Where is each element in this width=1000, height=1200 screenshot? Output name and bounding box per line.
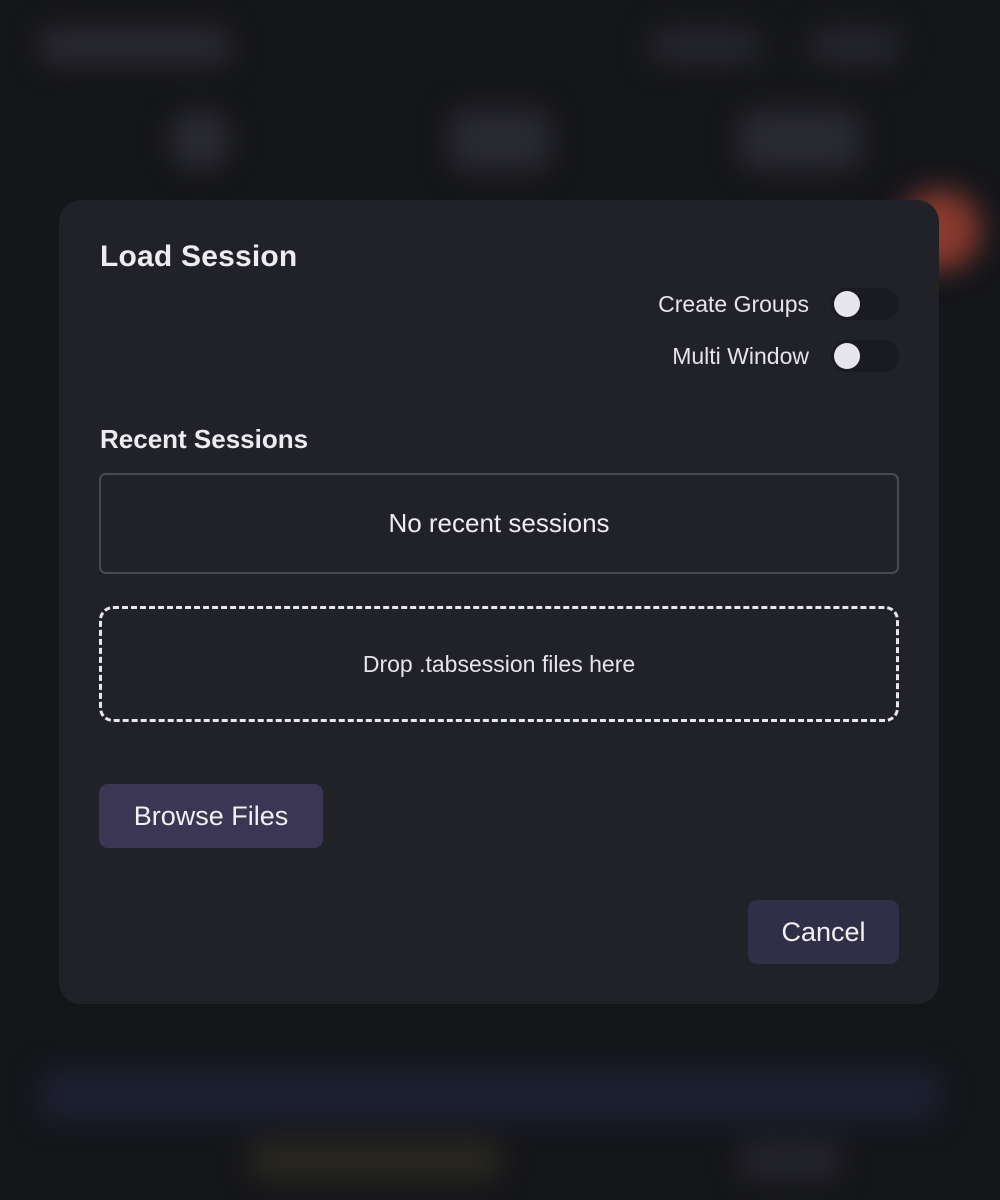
drop-zone-text: Drop .tabsession files here	[362, 650, 636, 677]
browse-files-button[interactable]: Browse Files	[99, 784, 323, 848]
background-row-blob	[250, 1140, 500, 1180]
background-header-blob	[40, 28, 230, 64]
file-drop-zone[interactable]: Drop .tabsession files here	[99, 606, 899, 722]
dialog-title: Load Session	[100, 240, 298, 273]
background-icon-blob	[170, 110, 230, 170]
recent-sessions-heading: Recent Sessions	[100, 424, 309, 454]
create-groups-label: Create Groups	[658, 290, 809, 317]
toggle-knob	[834, 291, 860, 317]
multi-window-option: Multi Window	[672, 340, 899, 372]
background-header-blob	[810, 28, 900, 64]
background-icon-blob	[740, 110, 860, 170]
multi-window-label: Multi Window	[672, 342, 809, 369]
recent-sessions-empty-text: No recent sessions	[388, 508, 610, 538]
cancel-button[interactable]: Cancel	[748, 900, 899, 964]
create-groups-toggle[interactable]	[831, 288, 899, 320]
background-header-blob	[650, 28, 760, 64]
multi-window-toggle[interactable]	[831, 340, 899, 372]
background-icon-blob	[450, 110, 550, 170]
load-session-dialog: Load Session Create Groups Multi Window …	[59, 200, 939, 1004]
toggle-knob	[834, 343, 860, 369]
create-groups-option: Create Groups	[658, 288, 899, 320]
background-row-blob	[740, 1140, 840, 1180]
recent-sessions-list: No recent sessions	[99, 473, 899, 574]
background-row-blob	[40, 1070, 940, 1120]
